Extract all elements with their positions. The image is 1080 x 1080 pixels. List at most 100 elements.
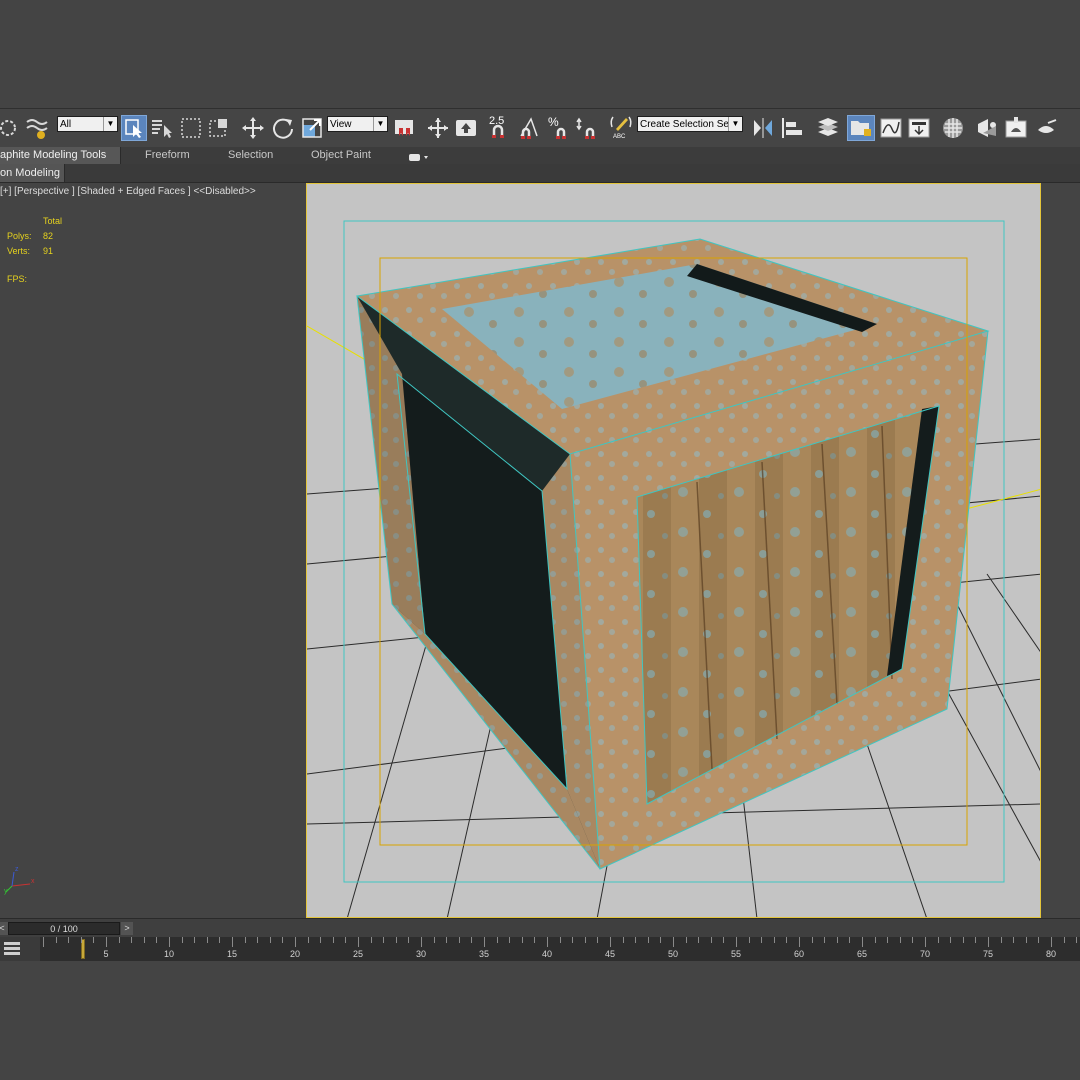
select-manipulate-icon[interactable]: [425, 115, 451, 141]
tab-object-paint[interactable]: Object Paint: [311, 147, 371, 164]
timeline-tick-label: 10: [163, 949, 175, 959]
timeline-tick: [723, 937, 725, 943]
next-frame-button[interactable]: >: [121, 922, 133, 935]
timeline-tick: [622, 937, 624, 943]
snap-toggle-icon[interactable]: 2.5: [486, 115, 514, 141]
timeline-tick: [408, 937, 410, 943]
edit-named-selection-icon[interactable]: ABC: [608, 115, 634, 141]
select-link-icon[interactable]: [0, 115, 20, 141]
pivot-center-icon[interactable]: [391, 115, 417, 141]
prev-frame-button[interactable]: <: [0, 922, 8, 935]
angle-snap-icon[interactable]: [517, 115, 545, 141]
spinner-snap-icon[interactable]: [575, 115, 603, 141]
timeline-tick-label: 75: [982, 949, 994, 959]
bind-space-warp-icon[interactable]: [24, 115, 50, 141]
timeline-tick: [811, 937, 813, 943]
window-crossing-icon[interactable]: [206, 115, 232, 141]
timeline-tick-label: 30: [415, 949, 427, 959]
timeline-tick: [824, 937, 826, 943]
render-production-icon[interactable]: [1033, 115, 1059, 141]
layer-manager-icon[interactable]: [814, 115, 842, 141]
timeline-tick: [610, 937, 611, 947]
timeline-tick: [345, 937, 347, 943]
chevron-down-icon: ▼: [373, 117, 387, 131]
mirror-icon[interactable]: [750, 115, 776, 141]
material-editor-icon[interactable]: [940, 115, 966, 141]
keyboard-shortcut-override-icon[interactable]: [453, 115, 479, 141]
timeline-tick: [131, 937, 133, 943]
timeline-tick: [181, 937, 183, 943]
tab-freeform[interactable]: Freeform: [145, 147, 190, 164]
percent-snap-icon[interactable]: %: [546, 115, 574, 141]
timeline-tick: [534, 937, 536, 943]
chevron-down-icon: ▼: [103, 117, 117, 131]
timeline-tick: [169, 937, 170, 947]
timeline-tick: [206, 937, 208, 943]
timeline-tick: [219, 937, 221, 943]
scene-explorer-button[interactable]: [847, 115, 875, 141]
timeline-tick: [307, 937, 309, 943]
timeline-tick: [887, 937, 889, 943]
timeline-tick: [295, 937, 296, 947]
timeline-tick: [950, 937, 952, 943]
timeline-tick: [80, 937, 82, 943]
ribbon-panel-bar: on Modeling: [0, 164, 1080, 183]
timeline-tick: [773, 937, 775, 943]
chevron-down-icon: ▼: [728, 117, 742, 131]
rotate-icon[interactable]: [270, 115, 296, 141]
timeline-tick: [1076, 937, 1078, 943]
open-mini-curve-editor-icon[interactable]: [3, 940, 21, 958]
named-selection-sets-dropdown[interactable]: Create Selection Se ▼: [637, 116, 743, 132]
tab-selection[interactable]: Selection: [228, 147, 273, 164]
rectangle-selection-icon[interactable]: [178, 115, 204, 141]
timeline-tick: [912, 937, 914, 943]
schematic-view-icon[interactable]: [906, 115, 932, 141]
timeline-tick: [43, 937, 44, 947]
select-by-name-icon[interactable]: [149, 115, 175, 141]
scale-icon[interactable]: [299, 115, 325, 141]
polygon-modeling-panel-tab[interactable]: on Modeling: [0, 164, 65, 182]
perspective-viewport[interactable]: [306, 183, 1041, 918]
timeline-tick: [55, 937, 57, 943]
timeline-tick: [899, 937, 901, 943]
timeline-tick: [799, 937, 800, 947]
timeline-tick: [1025, 937, 1027, 943]
right-panel: [1041, 183, 1080, 918]
curve-editor-icon[interactable]: [878, 115, 904, 141]
timeline-tick: [698, 937, 700, 943]
timeline-tick: [862, 937, 863, 947]
stats-total-header: Total: [43, 216, 63, 226]
timeline-tick: [484, 937, 485, 947]
timeline-tick: [421, 937, 422, 947]
selection-filter-dropdown[interactable]: All ▼: [57, 116, 118, 132]
timeline-tick: [1000, 937, 1002, 943]
viewport-left-area: [0, 183, 306, 918]
timeline-tick: [383, 937, 385, 943]
timeline-tick: [761, 937, 763, 943]
tab-graphite-modeling-tools[interactable]: aphite Modeling Tools: [0, 147, 122, 164]
timeline-tick: [673, 937, 674, 947]
axis-z-label: z: [15, 866, 19, 873]
timeline-tick: [988, 937, 989, 947]
stats-polys-value: 82: [43, 231, 54, 241]
timeline-tick: [836, 937, 838, 943]
select-object-button[interactable]: [121, 115, 147, 141]
timeline-ruler[interactable]: 5 10 15 20 25 30 35 40 45 50 55 60 65 70 75 80: [40, 937, 1080, 961]
timeline-tick-label: 55: [730, 949, 742, 959]
move-icon[interactable]: [240, 115, 266, 141]
timeline-tick: [143, 937, 145, 943]
rendered-frame-window-icon[interactable]: [1003, 115, 1029, 141]
render-setup-icon[interactable]: [973, 115, 1001, 141]
timeline-tick: [685, 937, 687, 943]
reference-coordinate-dropdown[interactable]: View ▼: [327, 116, 388, 132]
timeline-tick: [282, 937, 284, 943]
timeline-tick: [509, 937, 511, 943]
timeline-tick: [244, 937, 246, 943]
time-slider[interactable]: 0 / 100: [8, 922, 120, 935]
ribbon-options-icon[interactable]: [409, 150, 431, 161]
timeline-tick: [332, 937, 334, 943]
align-icon[interactable]: [779, 115, 807, 141]
timeline-tick-label: 15: [226, 949, 238, 959]
timeline-tick-label: 35: [478, 949, 490, 959]
viewport-label-menu[interactable]: [+] [Perspective ] [Shaded + Edged Faces…: [0, 186, 256, 197]
